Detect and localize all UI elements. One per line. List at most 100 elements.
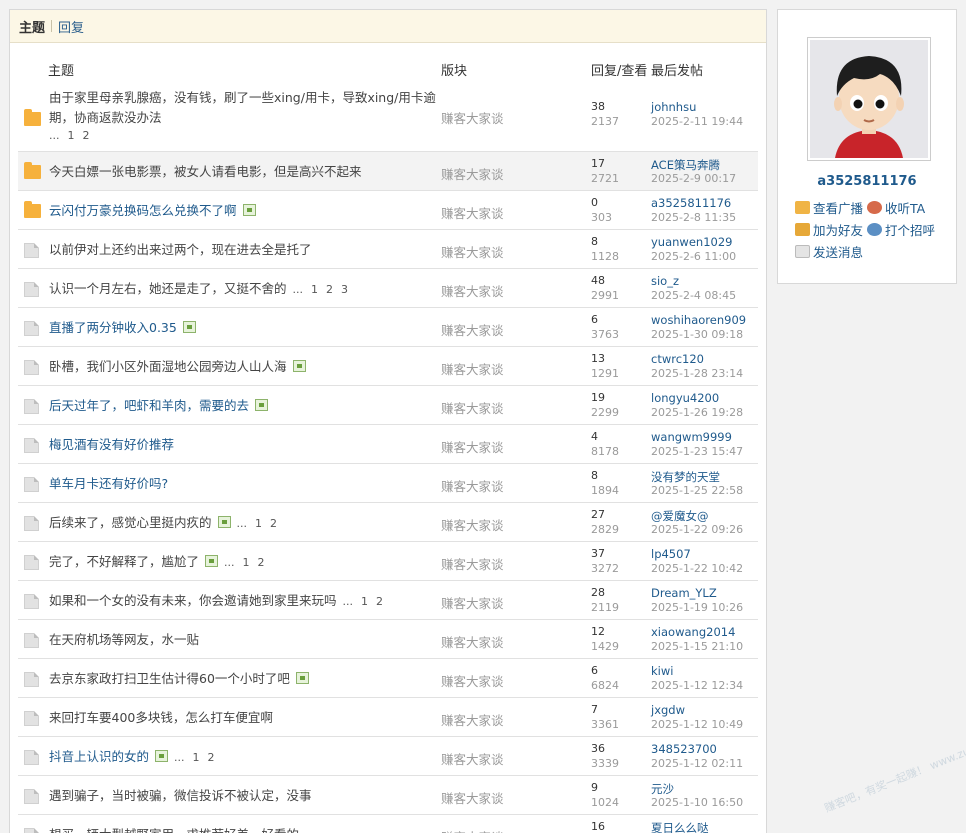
thread-forum[interactable]: 赚客大家谈 <box>441 398 504 417</box>
table-row[interactable]: 梅见酒有没有好价推荐 赚客大家谈 4 8178 wangwm9999 2025-1-23 … <box>18 425 758 464</box>
table-row[interactable]: 抖音上认识的女的... 1 2 赚客大家谈 36 3339 348523700 2025-1-… <box>18 737 758 776</box>
thread-forum[interactable]: 赚客大家谈 <box>441 108 504 127</box>
table-row[interactable]: 单车月卡还有好价吗? 赚客大家谈 8 1894 没有梦的天堂 2025-1-25 22:5… <box>18 464 758 503</box>
last-post-author[interactable]: 没有梦的天堂 <box>651 469 720 485</box>
thread-forum[interactable]: 赚客大家谈 <box>441 788 504 807</box>
thread-title-link[interactable]: 完了，不好解释了，尴尬了... 1 2 <box>49 552 449 573</box>
last-post-author[interactable]: kiwi <box>651 664 673 678</box>
table-row[interactable]: 云闪付万豪兑换码怎么兑换不了啊 赚客大家谈 0 303 a3525811176 2025-… <box>18 191 758 230</box>
last-post-time[interactable]: 2025-1-28 23:14 <box>651 367 743 380</box>
last-post-author[interactable]: a3525811176 <box>651 196 731 210</box>
thread-forum[interactable]: 赚客大家谈 <box>441 359 504 378</box>
table-row[interactable]: 想买一辆大型越野家用，求推荐好差一好看的 赚客大家谈 16 夏日么么哒 <box>18 815 758 833</box>
thread-title-link[interactable]: 认识一个月左右，她还是走了，又挺不舍的... 1 2 3 <box>49 279 449 300</box>
last-post-author[interactable]: yuanwen1029 <box>651 235 732 249</box>
thread-forum[interactable]: 赚客大家谈 <box>441 476 504 495</box>
last-post-author[interactable]: xiaowang2014 <box>651 625 735 639</box>
thread-title-link[interactable]: 以前伊对上还约出来过两个，现在进去全是托了 <box>49 240 449 260</box>
page-link[interactable]: 2 <box>376 595 383 608</box>
thread-forum[interactable]: 赚客大家谈 <box>441 710 504 729</box>
last-post-author[interactable]: woshihaoren909 <box>651 313 746 327</box>
thread-forum[interactable]: 赚客大家谈 <box>441 437 504 456</box>
last-post-time[interactable]: 2025-1-25 22:58 <box>651 484 743 497</box>
page-link[interactable]: 1 <box>193 751 200 764</box>
table-row[interactable]: 如果和一个女的没有未来，你会邀请她到家里来玩吗... 1 2 赚客大家谈 28 2119 D… <box>18 581 758 620</box>
thread-forum[interactable]: 赚客大家谈 <box>441 320 504 339</box>
thread-forum[interactable]: 赚客大家谈 <box>441 515 504 534</box>
page-link[interactable]: 2 <box>326 283 333 296</box>
thread-forum[interactable]: 赚客大家谈 <box>441 827 504 833</box>
thread-title-link[interactable]: 如果和一个女的没有未来，你会邀请她到家里来玩吗... 1 2 <box>49 591 449 612</box>
table-row[interactable]: 来回打车要400多块钱，怎么打车便宜啊 赚客大家谈 7 3361 jxgdw 2025-1… <box>18 698 758 737</box>
thread-forum[interactable]: 赚客大家谈 <box>441 632 504 651</box>
last-post-author[interactable]: @爱魔女@ <box>651 508 709 524</box>
thread-title-link[interactable]: 直播了两分钟收入0.35 <box>49 318 449 338</box>
add-friend-link[interactable]: 加为好友 <box>795 220 863 239</box>
last-post-time[interactable]: 2025-2-6 11:00 <box>651 250 736 263</box>
tab-topics[interactable]: 主题 <box>19 17 45 36</box>
thread-title-link[interactable]: 今天白嫖一张电影票，被女人请看电影，但是高兴不起来 <box>49 162 449 182</box>
table-row[interactable]: 遇到骗子，当时被骗，微信投诉不被认定，没事 赚客大家谈 9 1024 元沙 2025-1-… <box>18 776 758 815</box>
page-link[interactable]: 1 <box>361 595 368 608</box>
page-link[interactable]: 3 <box>341 283 348 296</box>
last-post-time[interactable]: 2025-1-12 02:11 <box>651 757 743 770</box>
last-post-time[interactable]: 2025-2-11 19:44 <box>651 115 743 128</box>
thread-forum[interactable]: 赚客大家谈 <box>441 164 504 183</box>
send-message-link[interactable]: 发送消息 <box>795 242 863 261</box>
thread-forum[interactable]: 赚客大家谈 <box>441 554 504 573</box>
tab-replies[interactable]: 回复 <box>58 17 84 36</box>
last-post-time[interactable]: 2025-1-22 09:26 <box>651 523 743 536</box>
last-post-author[interactable]: johnhsu <box>651 100 696 114</box>
table-row[interactable]: 由于家里母亲乳腺癌，没有钱，刷了一些xing/用卡，导致xing/用卡逾期，协商… <box>18 84 758 152</box>
table-row[interactable]: 直播了两分钟收入0.35 赚客大家谈 6 3763 woshihaoren909 2025… <box>18 308 758 347</box>
last-post-time[interactable]: 2025-1-30 09:18 <box>651 328 743 341</box>
page-link[interactable]: 2 <box>208 751 215 764</box>
last-post-author[interactable]: ACE策马奔腾 <box>651 157 720 173</box>
thread-forum[interactable]: 赚客大家谈 <box>441 242 504 261</box>
thread-title-link[interactable]: 卧槽，我们小区外面湿地公园旁边人山人海 <box>49 357 449 377</box>
table-row[interactable]: 在天府机场等网友，水一贴 赚客大家谈 12 1429 xiaowang2014 2025-… <box>18 620 758 659</box>
avatar[interactable] <box>807 37 931 161</box>
page-link[interactable]: 2 <box>83 129 90 142</box>
greet-link[interactable]: 打个招呼 <box>867 220 935 239</box>
last-post-author[interactable]: 夏日么么哒 <box>651 820 709 833</box>
thread-title-link[interactable]: 后续来了，感觉心里挺内疚的... 1 2 <box>49 513 449 534</box>
table-row[interactable]: 后续来了，感觉心里挺内疚的... 1 2 赚客大家谈 27 2829 @爱魔女@ 2025-1… <box>18 503 758 542</box>
thread-title-link[interactable]: 抖音上认识的女的... 1 2 <box>49 747 449 768</box>
last-post-time[interactable]: 2025-1-15 21:10 <box>651 640 743 653</box>
table-row[interactable]: 去京东家政打扫卫生估计得60一个小时了吧 赚客大家谈 6 6824 kiwi 2025-1… <box>18 659 758 698</box>
last-post-author[interactable]: Dream_YLZ <box>651 586 717 600</box>
last-post-author[interactable]: ctwrc120 <box>651 352 704 366</box>
last-post-author[interactable]: lp4507 <box>651 547 691 561</box>
last-post-time[interactable]: 2025-2-8 11:35 <box>651 211 736 224</box>
last-post-time[interactable]: 2025-1-23 15:47 <box>651 445 743 458</box>
table-row[interactable]: 卧槽，我们小区外面湿地公园旁边人山人海 赚客大家谈 13 1291 ctwrc120 20… <box>18 347 758 386</box>
last-post-author[interactable]: longyu4200 <box>651 391 719 405</box>
thread-title-link[interactable]: 梅见酒有没有好价推荐 <box>49 435 449 455</box>
last-post-time[interactable]: 2025-1-10 16:50 <box>651 796 743 809</box>
thread-title-link[interactable]: 单车月卡还有好价吗? <box>49 474 449 494</box>
last-post-author[interactable]: sio_z <box>651 274 679 288</box>
thread-title-link[interactable]: 云闪付万豪兑换码怎么兑换不了啊 <box>49 201 449 221</box>
page-link[interactable]: 1 <box>255 517 262 530</box>
last-post-author[interactable]: wangwm9999 <box>651 430 732 444</box>
page-link[interactable]: 2 <box>270 517 277 530</box>
page-link[interactable]: 1 <box>311 283 318 296</box>
profile-username[interactable]: a3525811176 <box>778 174 956 189</box>
page-link[interactable]: 1 <box>68 129 75 142</box>
thread-title-link[interactable]: 去京东家政打扫卫生估计得60一个小时了吧 <box>49 669 449 689</box>
table-row[interactable]: 后天过年了，吧虾和羊肉，需要的去 赚客大家谈 19 2299 longyu4200 202… <box>18 386 758 425</box>
thread-title-link[interactable]: 遇到骗子，当时被骗，微信投诉不被认定，没事 <box>49 786 449 806</box>
thread-title-link[interactable]: 来回打车要400多块钱，怎么打车便宜啊 <box>49 708 449 728</box>
last-post-time[interactable]: 2025-1-12 10:49 <box>651 718 743 731</box>
last-post-author[interactable]: jxgdw <box>651 703 685 717</box>
thread-title-link[interactable]: 想买一辆大型越野家用，求推荐好差一好看的 <box>49 825 449 833</box>
table-row[interactable]: 今天白嫖一张电影票，被女人请看电影，但是高兴不起来 赚客大家谈 17 2721 ACE策… <box>18 152 758 191</box>
view-broadcast-link[interactable]: 查看广播 <box>795 198 863 217</box>
page-link[interactable]: 1 <box>243 556 250 569</box>
last-post-time[interactable]: 2025-1-26 19:28 <box>651 406 743 419</box>
last-post-author[interactable]: 348523700 <box>651 742 717 756</box>
page-link[interactable]: 2 <box>258 556 265 569</box>
last-post-time[interactable]: 2025-1-22 10:42 <box>651 562 743 575</box>
thread-title-link[interactable]: 由于家里母亲乳腺癌，没有钱，刷了一些xing/用卡，导致xing/用卡逾期，协商… <box>49 88 449 144</box>
